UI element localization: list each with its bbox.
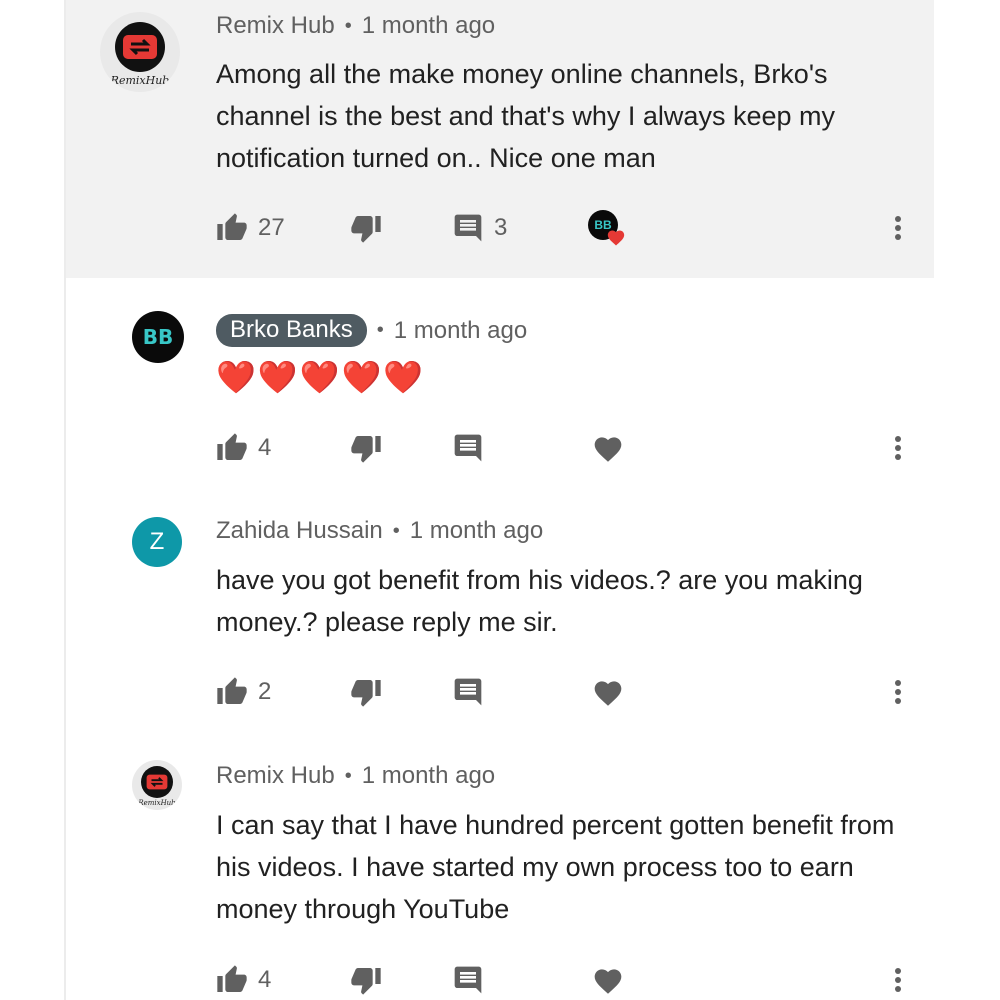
comment-meta: Remix Hub • 1 month ago <box>216 12 496 40</box>
heart-button[interactable] <box>592 672 624 712</box>
more-options-icon[interactable] <box>886 210 910 246</box>
dislike-button[interactable] <box>350 428 382 468</box>
author-name-owner-chip[interactable]: Brko Banks <box>216 314 367 347</box>
avatar-letter: Z <box>132 517 182 567</box>
thumb-up-icon <box>217 965 247 992</box>
comment-meta: Zahida Hussain • 1 month ago <box>216 517 544 545</box>
author-avatar-remix-hub[interactable]: RemixHub <box>132 760 182 810</box>
author-avatar-remix-hub[interactable]: RemixHub <box>100 12 180 92</box>
comment-actions: 4 <box>0 428 1000 468</box>
heart-button[interactable] <box>592 960 624 1000</box>
thumb-up-icon <box>217 433 247 460</box>
brko-banks-logo: BB <box>132 311 184 363</box>
comment-icon <box>454 434 482 462</box>
dislike-button[interactable] <box>350 960 382 1000</box>
like-button[interactable]: 4 <box>216 960 271 1000</box>
like-count: 2 <box>258 678 272 705</box>
comment-text: ❤️❤️❤️❤️❤️ <box>216 359 426 395</box>
repeat-icon <box>123 35 157 59</box>
comment-icon <box>454 214 482 242</box>
remix-hub-logo-text: RemixHub <box>110 74 170 87</box>
comment-text: I can say that I have hundred percent go… <box>216 810 895 924</box>
like-count: 4 <box>258 966 272 993</box>
reply-button[interactable] <box>452 960 484 1000</box>
heart-button[interactable] <box>592 428 624 468</box>
author-avatar-zahida-hussain[interactable]: Z <box>132 517 182 567</box>
like-button[interactable]: 2 <box>216 672 271 712</box>
comment-time[interactable]: 1 month ago <box>410 517 543 545</box>
reply-button[interactable]: 3 <box>452 208 507 248</box>
comment-actions: 4 <box>0 960 1000 1000</box>
comment-meta: Remix Hub • 1 month ago <box>216 762 496 790</box>
author-name[interactable]: Remix Hub <box>216 762 335 790</box>
comment-meta: Brko Banks • 1 month ago <box>216 314 527 347</box>
thumb-down-icon <box>351 436 381 463</box>
comment-actions: 27 3 BB <box>0 208 1000 248</box>
comment-time[interactable]: 1 month ago <box>362 762 495 790</box>
thumb-down-icon <box>351 216 381 243</box>
more-options-icon[interactable] <box>886 674 910 710</box>
like-button[interactable]: 27 <box>216 208 285 248</box>
remix-hub-logo-text: RemixHub <box>138 799 176 807</box>
comment-icon <box>454 966 482 994</box>
like-count: 27 <box>258 214 285 241</box>
more-options-icon[interactable] <box>886 962 910 998</box>
thumb-down-icon <box>351 680 381 707</box>
thumb-down-icon <box>351 968 381 995</box>
dislike-button[interactable] <box>350 208 382 248</box>
author-avatar-brko-banks[interactable]: BB <box>132 311 184 363</box>
creator-heart-badge: BB <box>586 208 626 248</box>
more-options-icon[interactable] <box>886 430 910 466</box>
thumb-up-icon <box>217 213 247 240</box>
comment-text: Among all the make money online channels… <box>216 59 835 173</box>
comment-icon <box>454 678 482 706</box>
author-name[interactable]: Remix Hub <box>216 12 335 40</box>
comment-time[interactable]: 1 month ago <box>394 317 527 345</box>
heart-icon <box>607 230 625 246</box>
reply-button[interactable] <box>452 672 484 712</box>
comment-text: have you got benefit from his videos.? a… <box>216 565 863 637</box>
thumb-up-icon <box>217 677 247 704</box>
dislike-button[interactable] <box>350 672 382 712</box>
remix-hub-logo: RemixHub <box>132 760 182 810</box>
comment-time[interactable]: 1 month ago <box>362 12 495 40</box>
heart-icon <box>594 681 622 706</box>
left-divider-strip <box>0 0 66 1000</box>
author-name[interactable]: Zahida Hussain <box>216 517 383 545</box>
reply-count: 3 <box>494 214 508 241</box>
heart-icon <box>594 969 622 994</box>
comment-actions: 2 <box>0 672 1000 712</box>
like-count: 4 <box>258 434 272 461</box>
like-button[interactable]: 4 <box>216 428 271 468</box>
repeat-icon <box>146 774 168 790</box>
reply-button[interactable] <box>452 428 484 468</box>
remix-hub-logo: RemixHub <box>100 12 180 92</box>
heart-icon <box>594 437 622 462</box>
